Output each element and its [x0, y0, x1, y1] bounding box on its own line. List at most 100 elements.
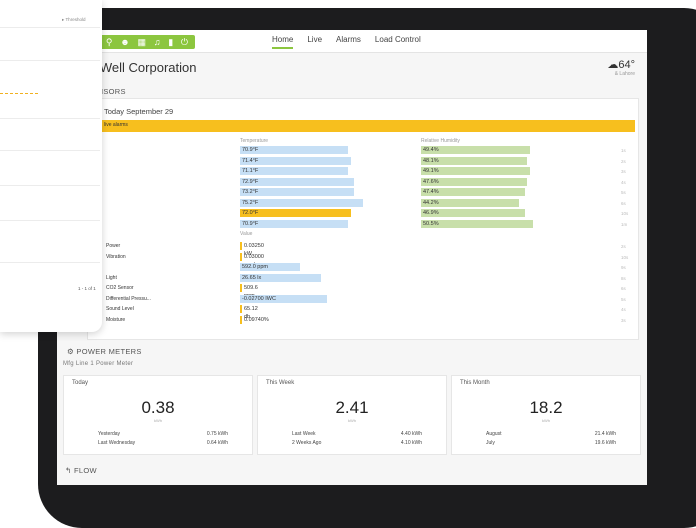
row-timestamp: 5s [621, 296, 626, 302]
temperature-bar: 70.9°F [240, 219, 348, 228]
person-icon[interactable]: ☻ [120, 35, 129, 49]
meter-row-label: July [486, 440, 495, 446]
power-meters-title-text: POWER METERS [76, 347, 142, 356]
top-navigation: ⚲ ☻ ▦ ♫ ▮ ⏻ Home Live Alarms Load Contro… [57, 30, 647, 53]
meter-row-label: Last Week [292, 431, 316, 437]
temperature-bar: 71.1°F [240, 167, 348, 175]
cloud-icon: ☁ [607, 59, 619, 71]
building-icon[interactable]: ▦ [137, 35, 146, 49]
temperature-bar: 70.9°F [240, 146, 348, 154]
nav-icon-group: ⚲ ☻ ▦ ♫ ▮ ⏻ [99, 35, 195, 49]
value-column-header: Value [240, 231, 253, 237]
flow-section-title: ↰ FLOW [65, 466, 97, 475]
temperature-bar: 73.2°F [240, 188, 354, 196]
meter-card-head: This Week [266, 380, 295, 386]
meter-card-unit: kWh [542, 418, 550, 423]
sensor-value-bar: 592.0 ppm [240, 263, 300, 271]
divider [0, 118, 100, 119]
meter-row-value: 4.40 kWh [400, 431, 422, 437]
temperature-bar: 75.2°F [240, 198, 363, 207]
gear-icon: ⚙ [67, 347, 75, 356]
meter-row-value: 0.64 kWh [206, 440, 228, 446]
meter-row-value: 4.10 kWh [400, 440, 422, 446]
row-timestamp: 2s [621, 158, 626, 164]
threshold-line [0, 93, 38, 94]
dashboard-screen: ⚲ ☻ ▦ ♫ ▮ ⏻ Home Live Alarms Load Contro… [57, 30, 647, 485]
power-meter-name: Mfg Line 1 Power Meter [63, 361, 134, 367]
row-timestamp: 1m [621, 221, 628, 227]
humidity-column-header: Relative Humidity [421, 138, 460, 144]
weather-widget: ☁64° & Lahore [607, 58, 635, 77]
tab-live[interactable]: Live [307, 35, 322, 49]
alarm-banner[interactable]: live alarms [88, 120, 635, 132]
humidity-bar: 44.2% [421, 198, 519, 207]
weather-location: & Lahore [614, 71, 635, 77]
sensor-label: Differential Pressu... [106, 295, 151, 302]
humidity-bar: 50.5% [421, 219, 533, 228]
chart-icon[interactable]: ▮ [168, 35, 173, 49]
divider [0, 220, 100, 221]
sensor-value-bar: 0.09740% [240, 315, 269, 324]
meter-card-value: 0.38 [141, 398, 175, 417]
sensors-date: Today September 29 [104, 107, 174, 116]
temperature-bar: 71.4°F [240, 156, 351, 165]
tab-load-control[interactable]: Load Control [375, 35, 421, 49]
flow-title-text: FLOW [73, 466, 97, 475]
row-timestamp: 10s [621, 211, 629, 216]
meter-row-label: Last Wednesday [98, 440, 136, 446]
row-timestamp: 8s [621, 275, 626, 281]
row-timestamp: 6s [621, 200, 626, 206]
sensor-label: Power [106, 243, 121, 249]
overlay-panel: ▸ Threshold 1 - 1 of 1 [0, 0, 102, 332]
sensor-value-bar: 0.03250 kW [240, 242, 264, 257]
meter-row-label: 2 Weeks Ago [292, 440, 322, 446]
humidity-bar: 48.1% [421, 156, 528, 165]
humidity-bar: 49.4% [421, 146, 531, 154]
power-icon[interactable]: ⏻ [181, 35, 188, 49]
row-timestamp: 3s [621, 169, 626, 174]
meter-row-value: 21.4 kWh [594, 431, 616, 437]
humidity-bar: 49.1% [421, 167, 531, 175]
bell-icon[interactable]: ♫ [154, 35, 161, 49]
row-timestamp: 6s [621, 286, 626, 291]
meter-card-month: This Month 18.2 kWh August 21.4 kWh July… [451, 375, 641, 455]
meter-card-unit: kWh [348, 418, 356, 423]
divider [0, 185, 100, 186]
tab-alarms[interactable]: Alarms [336, 35, 361, 49]
meter-row-label: August [486, 431, 502, 437]
sensor-value-bar: 26.65 lx [240, 273, 321, 282]
flow-icon: ↰ [65, 466, 72, 475]
temperature-bar: 72.9°F [240, 177, 354, 186]
sensor-value-bar: 509.6 ppm [240, 284, 258, 299]
company-name: lWell Corporation [97, 60, 197, 75]
divider [0, 27, 100, 28]
location-pin-icon[interactable]: ⚲ [106, 35, 113, 49]
row-timestamp: 2s [621, 244, 626, 249]
temperature-bar: 72.0°F [240, 209, 351, 217]
meter-card-value: 18.2 [529, 398, 563, 417]
row-timestamp: 4s [621, 307, 626, 312]
sensors-card: Today September 29 live alarms Temperatu… [87, 98, 639, 340]
row-timestamp: 1s [621, 148, 626, 153]
divider [0, 262, 100, 263]
sensor-label: Sound Level [106, 306, 134, 312]
meter-row-value: 19.6 kWh [594, 440, 616, 446]
meter-row-value: 0.75 kWh [206, 431, 228, 437]
temperature-column-header: Temperature [240, 138, 269, 144]
alarm-banner-text: live alarms [104, 122, 128, 128]
sensor-value-bar: 65.12 db [240, 305, 258, 320]
meter-card-head: Today [72, 380, 89, 386]
threshold-label: ▸ Threshold [62, 17, 86, 22]
row-timestamp: 4s [621, 179, 626, 185]
tab-home[interactable]: Home [272, 35, 294, 49]
sensor-label: Moisture [106, 316, 126, 323]
meter-card-value: 2.41 [335, 398, 369, 417]
sensor-label: Light [106, 274, 117, 281]
sensor-label: Vibration [106, 253, 126, 260]
sensor-label: CO2 Sensor [106, 285, 134, 291]
humidity-bar: 46.9% [421, 209, 525, 217]
row-timestamp: 5s [621, 190, 626, 195]
row-timestamp: 9s [621, 265, 626, 270]
meter-card-today: Today 0.38 kWh Yesterday 0.75 kWh Last W… [63, 375, 253, 455]
row-timestamp: 10s [621, 254, 629, 260]
